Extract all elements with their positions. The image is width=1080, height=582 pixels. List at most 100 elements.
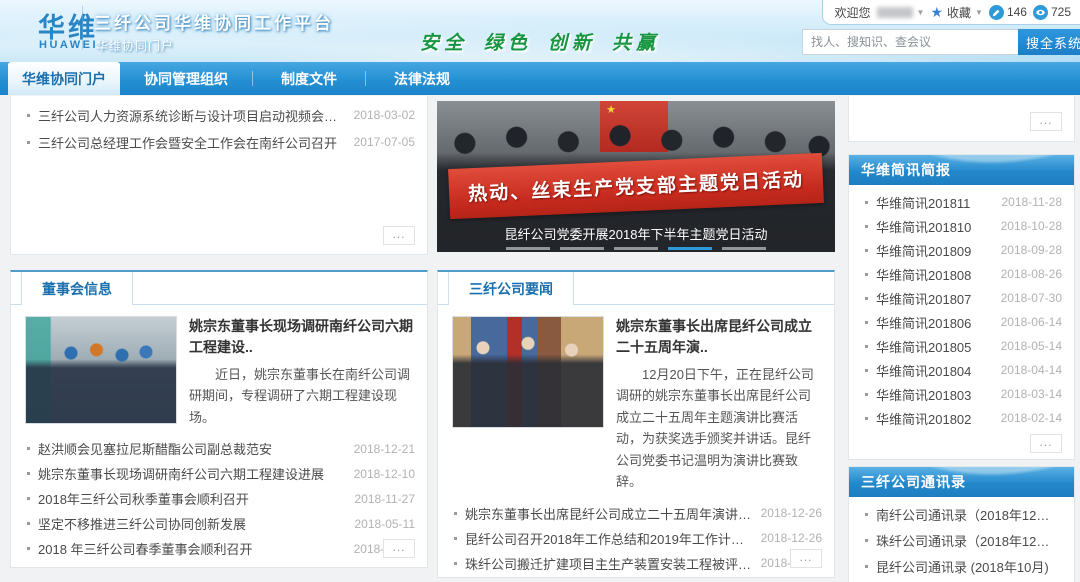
list-item[interactable]: 三纤公司人力资源系统诊断与设计项目启动视频会召开 2018-03-02 (11, 103, 427, 127)
briefing-panel: 华维简讯简报 华维简讯201811 2018-11-28 华维简讯201810 … (848, 154, 1075, 460)
bullet-icon (865, 393, 868, 396)
list-item[interactable]: 姚宗东董事长出席昆纤公司成立二十五周年演讲比赛活动 2018-12-26 (438, 501, 834, 526)
featured-title[interactable]: 姚宗东董事长出席昆纤公司成立二十五周年演.. (616, 316, 820, 358)
list-item[interactable]: 华维简讯201807 2018-07-30 (849, 286, 1074, 310)
list-item[interactable]: 珠纤公司顺利通过搬迁扩建项目生产装置72小时考核 2018-12-24 (438, 576, 834, 582)
list-item[interactable]: 坚定不移推进三纤公司协同创新发展 2018-05-11 (11, 511, 427, 536)
list-item[interactable]: 2018年三纤公司秋季董事会顺利召开 2018-11-27 (11, 486, 427, 511)
search-input[interactable] (802, 29, 1018, 55)
list-item[interactable]: 华维简讯201808 2018-08-26 (849, 262, 1074, 286)
featured-title[interactable]: 姚宗东董事长现场调研南纤公司六期工程建设.. (189, 316, 413, 358)
news-featured-article[interactable]: 姚宗东董事长出席昆纤公司成立二十五周年演.. 12月20日下午，正在昆纤公司调研… (438, 305, 834, 499)
directory-panel: 三纤公司通讯录 南纤公司通讯录（2018年12月） 珠纤公司通讯录（2018年1… (848, 466, 1075, 582)
list-item[interactable]: 昆纤公司召开2018年工作总结和2019年工作计划会议 2018-12-26 (438, 526, 834, 551)
list-item[interactable]: 赵洪顺会见塞拉尼斯醋酯公司副总裁范安 2018-12-21 (11, 436, 427, 461)
list-item-title: 华维简讯201806 (876, 313, 993, 332)
carousel-indicator[interactable] (560, 247, 604, 250)
edit-count: 146 (1007, 5, 1027, 19)
favorite-menu[interactable]: ★ 收藏 ▼ (930, 4, 983, 21)
caret-down-icon: ▼ (917, 8, 925, 17)
pencil-icon (989, 5, 1004, 20)
list-item-date: 2018-11-27 (355, 492, 416, 506)
list-item[interactable]: 华维简讯201809 2018-09-28 (849, 238, 1074, 262)
list-item-date: 2018-02-14 (1001, 411, 1062, 425)
edit-count-stat[interactable]: 146 (989, 5, 1027, 20)
news-list: 姚宗东董事长出席昆纤公司成立二十五周年演讲比赛活动 2018-12-26 昆纤公… (438, 499, 834, 582)
list-item-date: 2018-12-21 (354, 442, 415, 456)
user-menu[interactable]: ▼ (877, 7, 925, 18)
carousel-indicator-active[interactable] (668, 247, 712, 250)
list-item[interactable]: 华维简讯201810 2018-10-28 (849, 214, 1074, 238)
list-item[interactable]: 姚宗东董事长现场调研南纤公司六期工程建设进展 2018-12-10 (11, 461, 427, 486)
more-button[interactable]: ... (383, 226, 415, 245)
nav-tab-organization[interactable]: 协同管理组织 (120, 62, 252, 95)
list-item-title: 华维简讯201805 (876, 337, 993, 356)
list-item[interactable]: 南纤公司通讯录（2018年12月） (849, 501, 1074, 527)
search-button[interactable]: 搜全系统 (1018, 29, 1080, 55)
list-item-title: 姚宗东董事长出席昆纤公司成立二十五周年演讲比赛活动 (465, 504, 753, 523)
list-item[interactable]: 华维简讯201803 2018-03-14 (849, 382, 1074, 406)
list-item[interactable]: 华维简讯201811 2018-11-28 (849, 190, 1074, 214)
briefing-list: 华维简讯201811 2018-11-28 华维简讯201810 2018-10… (849, 185, 1074, 430)
list-item-title: 华维简讯201810 (876, 217, 993, 236)
list-item-title: 赵洪顺会见塞拉尼斯醋酯公司副总裁范安 (38, 439, 346, 458)
bullet-icon (865, 417, 868, 420)
list-item-date: 2018-11-28 (1002, 195, 1063, 209)
list-item-title: 珠纤公司通讯录（2018年12月） (876, 531, 1062, 550)
tab-company-news[interactable]: 三纤公司要闻 (448, 272, 574, 305)
tab-board-info[interactable]: 董事会信息 (21, 272, 133, 305)
list-item-date: 2018-10-28 (1001, 219, 1062, 233)
bullet-icon (27, 522, 30, 525)
welcome-greeting: 欢迎您 (835, 4, 871, 21)
list-item-title: 华维简讯201807 (876, 289, 993, 308)
list-item-title: 珠纤公司搬迁扩建项目主生产装置安装工程被评为2018年度化学... (465, 554, 753, 573)
more-button[interactable]: ... (790, 549, 822, 568)
more-button[interactable]: ... (383, 539, 415, 558)
bullet-icon (865, 273, 868, 276)
list-item-date: 2018-06-14 (1001, 315, 1062, 329)
list-item[interactable]: 华维简讯201806 2018-06-14 (849, 310, 1074, 334)
view-count: 725 (1051, 5, 1071, 19)
board-featured-article[interactable]: 姚宗东董事长现场调研南纤公司六期工程建设.. 近日，姚宗东董事长在南纤公司调研期… (11, 305, 427, 434)
carousel-indicator[interactable] (722, 247, 766, 250)
list-item-title: 2018 年三纤公司春季董事会顺利召开 (38, 539, 346, 558)
nav-tab-laws[interactable]: 法律法规 (366, 62, 478, 95)
carousel-indicator[interactable] (506, 247, 550, 250)
directory-list: 南纤公司通讯录（2018年12月） 珠纤公司通讯录（2018年12月） 昆纤公司… (849, 497, 1074, 582)
list-item[interactable]: 珠纤公司通讯录（2018年12月） (849, 527, 1074, 553)
main-nav: 华维协同门户 协同管理组织 制度文件 法律法规 (0, 62, 1080, 95)
bullet-icon (865, 369, 868, 372)
bullet-icon (454, 562, 457, 565)
more-button[interactable]: ... (1030, 112, 1062, 131)
briefing-panel-title: 华维简讯简报 (861, 160, 951, 180)
list-item[interactable]: 珠纤公司搬迁扩建项目主生产装置安装工程被评为2018年度化学... 2018-1… (438, 551, 834, 576)
nav-tab-policy-files[interactable]: 制度文件 (253, 62, 365, 95)
logo-en: HUAWEI (39, 39, 98, 51)
slogan-word: 共赢 (612, 33, 660, 54)
list-item[interactable]: 三纤公司总经理工作会暨安全工作会在南纤公司召开 2017-07-05 (11, 130, 427, 154)
carousel-caption[interactable]: 昆纤公司党委开展2018年下半年主题党日活动 (437, 224, 835, 243)
carousel-caption-bar: 昆纤公司党委开展2018年下半年主题党日活动 (437, 221, 835, 252)
carousel-indicator[interactable] (614, 247, 658, 250)
bullet-icon (865, 297, 868, 300)
list-item[interactable]: 华维简讯201804 2018-04-14 (849, 358, 1074, 382)
page-header: 华维 HUAWEI 三纤公司华维协同工作平台 华维协同门户 安全绿色创新共赢 欢… (0, 0, 1080, 62)
nav-tab-portal[interactable]: 华维协同门户 (8, 62, 120, 95)
list-item[interactable]: 华维简讯201805 2018-05-14 (849, 334, 1074, 358)
view-count-stat[interactable]: 725 (1033, 5, 1071, 20)
list-item-title: 珠纤公司顺利通过搬迁扩建项目生产装置72小时考核 (465, 579, 753, 582)
news-carousel[interactable]: ★ 热动、丝束生产党支部主题党日活动 昆纤公司党委开展2018年下半年主题党日活… (437, 101, 835, 252)
list-item-date: 2018-07-30 (1001, 291, 1062, 305)
featured-image (452, 316, 604, 428)
list-item-date: 2018-12-26 (761, 531, 822, 545)
more-button[interactable]: ... (1030, 434, 1062, 453)
list-item[interactable]: 2018 年三纤公司春季董事会顺利召开 2018-05-04 (11, 536, 427, 561)
board-list: 赵洪顺会见塞拉尼斯醋酯公司副总裁范安 2018-12-21 姚宗东董事长现场调研… (11, 434, 427, 561)
list-item[interactable]: 昆纤公司通讯录 (2018年10月) (849, 553, 1074, 579)
search-bar: 搜全系统 (802, 29, 1080, 55)
list-item-date: 2018-03-14 (1001, 387, 1062, 401)
list-item-date: 2018-05-11 (355, 517, 416, 531)
bullet-icon (865, 249, 868, 252)
bullet-icon (865, 225, 868, 228)
list-item[interactable]: 华维简讯201802 2018-02-14 (849, 406, 1074, 430)
